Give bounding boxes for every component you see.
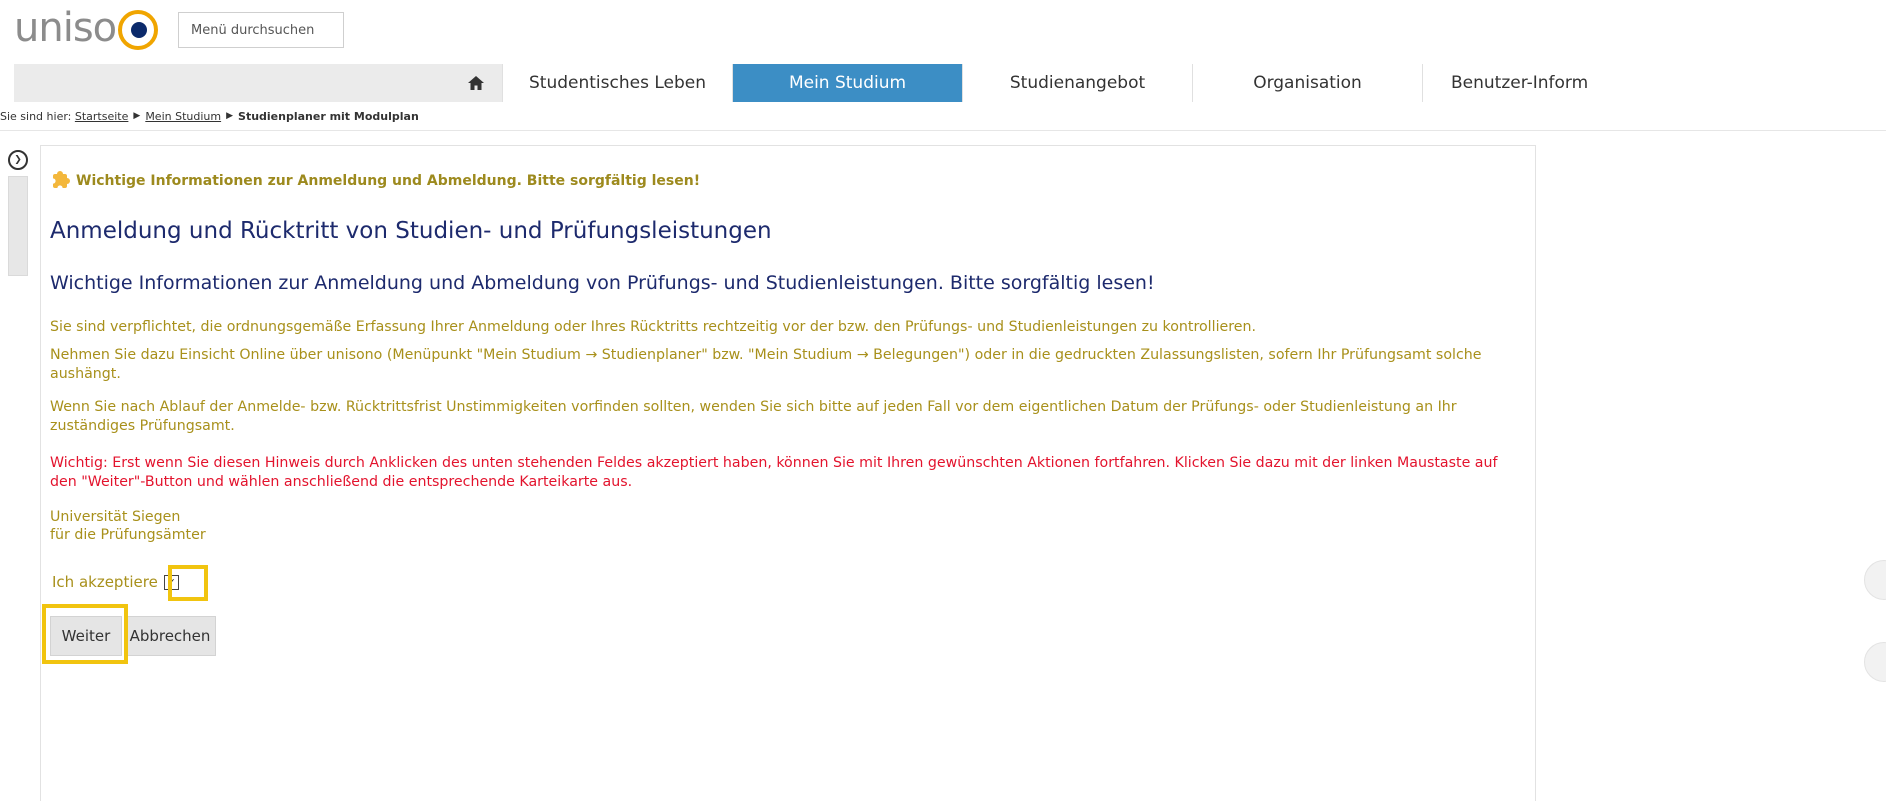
- info-banner: Wichtige Informationen zur Anmeldung und…: [50, 171, 700, 191]
- menu-search-button[interactable]: Menü durchsuchen: [178, 12, 344, 48]
- info-paragraph-1: Sie sind verpflichtet, die ordnungsgemäß…: [50, 319, 1256, 335]
- breadcrumb-separator-icon: ▶: [133, 111, 141, 121]
- signature-department: für die Prüfungsämter: [50, 527, 206, 543]
- accept-row: Ich akzeptiere ✓: [52, 573, 179, 591]
- logo-text: uniso: [14, 5, 117, 51]
- breadcrumb-prefix: Sie sind hier:: [0, 109, 72, 123]
- warning-paragraph: Wichtig: Erst wenn Sie diesen Hinweis du…: [50, 455, 1498, 490]
- tab-benutzer-informationen[interactable]: Benutzer-Inform: [1422, 64, 1886, 102]
- breadcrumb-separator-icon: ▶: [226, 111, 234, 121]
- info-paragraph-3: Wenn Sie nach Ablauf der Anmelde- bzw. R…: [50, 399, 1457, 434]
- breadcrumb-link-startseite[interactable]: Startseite: [75, 110, 129, 123]
- breadcrumb-link-mein-studium[interactable]: Mein Studium: [145, 110, 221, 123]
- tab-organisation[interactable]: Organisation: [1192, 64, 1422, 102]
- accept-label: Ich akzeptiere: [52, 573, 158, 591]
- main-nav: Studentisches Leben Mein Studium Studien…: [14, 64, 1886, 102]
- breadcrumb-current: Studienplaner mit Modulplan: [238, 109, 419, 123]
- tab-studienangebot[interactable]: Studienangebot: [962, 64, 1192, 102]
- sidebar-collapsed-bar[interactable]: [8, 176, 28, 276]
- weiter-highlight: [42, 604, 128, 664]
- puzzle-icon: [50, 171, 70, 191]
- sidebar-toggle-icon[interactable]: ❯: [8, 150, 28, 170]
- info-banner-text: Wichtige Informationen zur Anmeldung und…: [76, 173, 701, 189]
- breadcrumb: Sie sind hier: Startseite ▶ Mein Studium…: [0, 108, 419, 124]
- page-subtitle: Wichtige Informationen zur Anmeldung und…: [50, 272, 1155, 294]
- floating-action-icon[interactable]: [1864, 560, 1886, 600]
- page-title: Anmeldung und Rücktritt von Studien- und…: [50, 218, 772, 244]
- checkbox-highlight: [168, 565, 208, 601]
- tab-mein-studium[interactable]: Mein Studium: [732, 64, 962, 102]
- logo-o-mark: [118, 10, 159, 50]
- abbrechen-button[interactable]: Abbrechen: [124, 616, 216, 656]
- unisono-logo[interactable]: uniso: [14, 5, 159, 51]
- signature-university: Universität Siegen: [50, 509, 181, 525]
- info-paragraph-2: Nehmen Sie dazu Einsicht Online über uni…: [50, 347, 1482, 382]
- tab-studentisches-leben[interactable]: Studentisches Leben: [502, 64, 732, 102]
- floating-action-icon[interactable]: [1864, 642, 1886, 682]
- header-divider: [0, 130, 1886, 131]
- home-icon[interactable]: [450, 64, 502, 102]
